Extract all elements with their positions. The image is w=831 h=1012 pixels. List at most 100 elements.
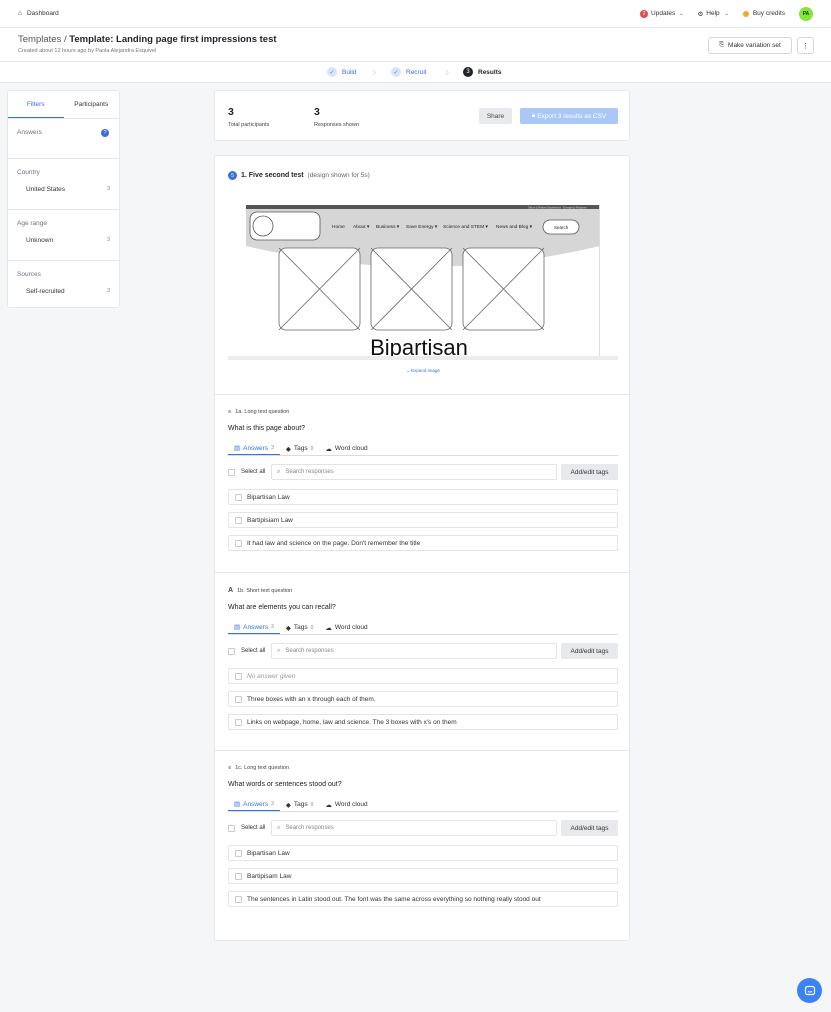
answer-text: Bipartisan Law — [247, 493, 290, 501]
answer-checkbox[interactable] — [235, 849, 242, 857]
search-input[interactable]: ⌕ Search responses — [271, 464, 557, 480]
step-results[interactable]: 3 Results — [463, 67, 501, 77]
answer-checkbox[interactable] — [235, 516, 242, 524]
answer-checkbox[interactable] — [235, 539, 242, 547]
add-edit-tags-button[interactable]: Add/edit tags — [561, 820, 618, 836]
page-title: Templates / Template: Landing page first… — [18, 34, 813, 45]
filter-country-option[interactable]: United States 3 — [17, 186, 110, 193]
filter-sources-option[interactable]: Self-recruited 3 — [17, 288, 110, 295]
search-icon: ⌕ — [277, 824, 281, 831]
responses-shown-value: 3 — [314, 106, 320, 118]
answer-row[interactable]: Links on webpage, home, law and science.… — [228, 714, 618, 730]
expand-image-link[interactable]: ⌄ Expand image — [215, 368, 631, 374]
filter-country-label: Country — [17, 169, 40, 176]
step-build-label: Build — [342, 68, 357, 76]
answer-checkbox[interactable] — [235, 672, 242, 680]
dashboard-label: Dashboard — [26, 10, 59, 17]
add-edit-tags-button[interactable]: Add/edit tags — [561, 464, 618, 480]
search-input[interactable]: ⌕ Search responses — [271, 643, 557, 659]
chevron-down-icon: ⌄ — [724, 10, 729, 17]
tab-tags[interactable]: ◆ Tags 0 — [280, 442, 320, 455]
tab-answers[interactable]: ▤ Answers 3 — [228, 798, 280, 811]
select-all-checkbox[interactable] — [228, 824, 235, 832]
filter-answers[interactable]: Answers ? — [8, 119, 119, 159]
page-subtitle: Created about 12 hours ago by Paola Alej… — [18, 48, 157, 54]
tag-icon: ◆ — [285, 624, 291, 632]
avatar[interactable]: PA — [799, 6, 813, 21]
tab-answers-count: 3 — [271, 624, 274, 630]
tab-tags-label: Tags — [293, 624, 308, 631]
tab-answers[interactable]: ▤ Answers 3 — [228, 442, 280, 455]
more-options-button[interactable]: ⋮ — [797, 37, 814, 54]
tag-icon: ◆ — [285, 801, 291, 809]
tab-tags[interactable]: ◆ Tags 0 — [280, 798, 320, 811]
question-text: What words or sentences stood out? — [228, 781, 342, 788]
help-menu[interactable]: ⚙ Help ⌄ — [697, 10, 728, 18]
answer-row[interactable]: The sentences in Latin stood out. The fo… — [228, 891, 618, 907]
updates-menu[interactable]: 2 Updates ⌄ — [640, 9, 684, 18]
filter-country: Country United States 3 — [8, 159, 119, 210]
wireframe-nav-3: Save Energy ▾ — [406, 224, 438, 230]
answer-row[interactable]: It had law and science on the page. Don'… — [228, 535, 618, 551]
divider — [215, 750, 631, 751]
home-icon: ⌂ — [18, 10, 22, 17]
help-icon[interactable]: ? — [101, 129, 109, 137]
search-placeholder: Search responses — [285, 648, 334, 654]
answer-text: Bartipisam Law — [247, 872, 292, 880]
wireframe-strip-1: Offices & Related Departments — [528, 206, 562, 209]
tab-word-cloud-label: Word cloud — [334, 801, 368, 808]
tab-tags[interactable]: ◆ Tags 0 — [280, 621, 320, 634]
answer-row[interactable]: Bipartisan Law — [228, 489, 618, 505]
breadcrumb-templates[interactable]: Templates — [18, 34, 61, 45]
search-input[interactable]: ⌕ Search responses — [271, 820, 557, 836]
share-button[interactable]: Share — [479, 108, 512, 124]
select-all-checkbox[interactable] — [228, 468, 235, 476]
question-1b: A 1b. Short text question What are eleme… — [228, 587, 618, 730]
export-csv-button[interactable]: 🔒︎ Export 3 results as CSV — [520, 108, 618, 124]
answer-row[interactable]: Bartipisiam Law — [228, 512, 618, 528]
select-all[interactable]: Select all — [228, 824, 271, 832]
dashboard-link[interactable]: ⌂ Dashboard — [18, 10, 59, 17]
tab-word-cloud[interactable]: ☁ Word cloud — [319, 621, 373, 634]
chevron-right-icon: › — [445, 64, 450, 79]
wireframe-nav-2: Business ▾ — [376, 224, 400, 230]
answer-checkbox[interactable] — [235, 895, 242, 903]
answer-text: No answer given — [247, 672, 296, 680]
step-build[interactable]: ✓ Build — [327, 67, 356, 77]
question-type: ≡ 1c. Long text question — [228, 765, 618, 771]
design-preview[interactable]: Offices & Related Departments Emergency … — [228, 198, 618, 360]
search-placeholder: Search responses — [285, 825, 334, 831]
tab-filters[interactable]: Filters — [8, 91, 64, 118]
answer-checkbox[interactable] — [235, 695, 242, 703]
filter-answers-label: Answers — [17, 129, 42, 136]
tab-word-cloud-label: Word cloud — [334, 624, 368, 631]
select-all-label: Select all — [241, 648, 266, 654]
select-all-checkbox[interactable] — [228, 647, 235, 655]
short-text-icon: A — [228, 587, 234, 594]
tab-participants[interactable]: Participants — [64, 91, 120, 118]
tab-word-cloud-label: Word cloud — [334, 445, 368, 452]
answer-row[interactable]: No answer given — [228, 668, 618, 684]
answer-checkbox[interactable] — [235, 872, 242, 880]
chat-icon — [804, 985, 815, 995]
step-recruit[interactable]: ✓ Recruit — [391, 67, 427, 77]
answer-row[interactable]: Three boxes with an x through each of th… — [228, 691, 618, 707]
make-variation-button[interactable]: ⎘ Make variation set — [708, 37, 792, 54]
chat-support-button[interactable] — [797, 978, 822, 1003]
answer-row[interactable]: Bipartisan Law — [228, 845, 618, 861]
filter-age-option[interactable]: Unknown 3 — [17, 237, 110, 244]
tab-word-cloud[interactable]: ☁ Word cloud — [319, 442, 373, 455]
option-label: Unknown — [26, 237, 54, 244]
add-edit-tags-button[interactable]: Add/edit tags — [561, 643, 618, 659]
answer-checkbox[interactable] — [235, 718, 242, 726]
option-count: 3 — [106, 186, 110, 192]
answer-checkbox[interactable] — [235, 493, 242, 501]
tab-word-cloud[interactable]: ☁ Word cloud — [319, 798, 373, 811]
answer-row[interactable]: Bartipisam Law — [228, 868, 618, 884]
select-all[interactable]: Select all — [228, 647, 271, 655]
chevron-down-icon: ⌄ — [679, 10, 684, 17]
list-icon: ▤ — [234, 445, 241, 452]
buy-credits-link[interactable]: Buy credits — [742, 10, 785, 17]
select-all[interactable]: Select all — [228, 468, 271, 476]
tab-answers[interactable]: ▤ Answers 3 — [228, 621, 280, 634]
